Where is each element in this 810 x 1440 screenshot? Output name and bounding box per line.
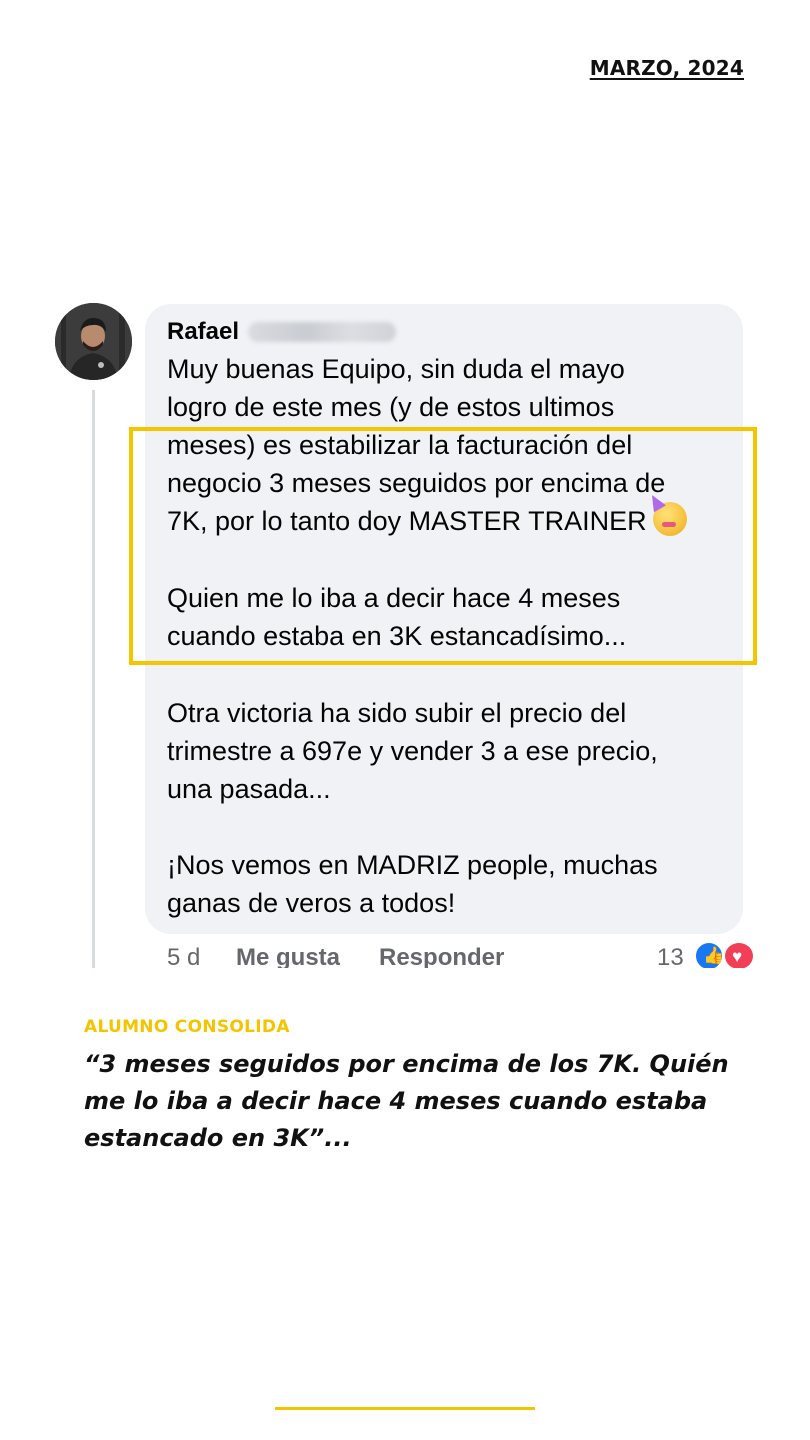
screenshot-crop-edge (140, 968, 780, 988)
like-reaction-icon[interactable]: 👍 (694, 941, 724, 971)
comment-line: ganas de veros a todos! (167, 888, 456, 918)
comment-line: una pasada... (167, 774, 331, 804)
thread-line (92, 390, 95, 968)
like-button[interactable]: Me gusta (236, 944, 340, 968)
avatar[interactable] (55, 303, 132, 380)
avatar-photo (55, 303, 132, 380)
comment-line: logro de este mes (y de estos ultimos (167, 392, 615, 422)
comment-author[interactable]: Rafael (167, 318, 239, 346)
comment-line: Muy buenas Equipo, sin duda el mayo (167, 354, 625, 384)
caption-label: ALUMNO CONSOLIDA (84, 1017, 290, 1037)
reply-button[interactable]: Responder (379, 944, 504, 968)
caption-quote: “3 meses seguidos por encima de los 7K. … (84, 1050, 729, 1152)
comment-line: trimestre a 697e y vender 3 a ese precio… (167, 736, 658, 766)
date-label: MARZO, 2024 (589, 56, 744, 80)
reaction-count[interactable]: 13 (657, 944, 684, 968)
comment-timestamp[interactable]: 5 d (167, 944, 200, 968)
highlight-box (129, 427, 757, 665)
love-reaction-icon[interactable]: ♥ (723, 941, 755, 971)
blurred-surname (248, 322, 396, 342)
comment-line: Otra victoria ha sido subir el precio de… (167, 698, 627, 728)
footer-divider (275, 1407, 535, 1410)
comment-line: ¡Nos vemos en MADRIZ people, muchas (167, 850, 658, 880)
